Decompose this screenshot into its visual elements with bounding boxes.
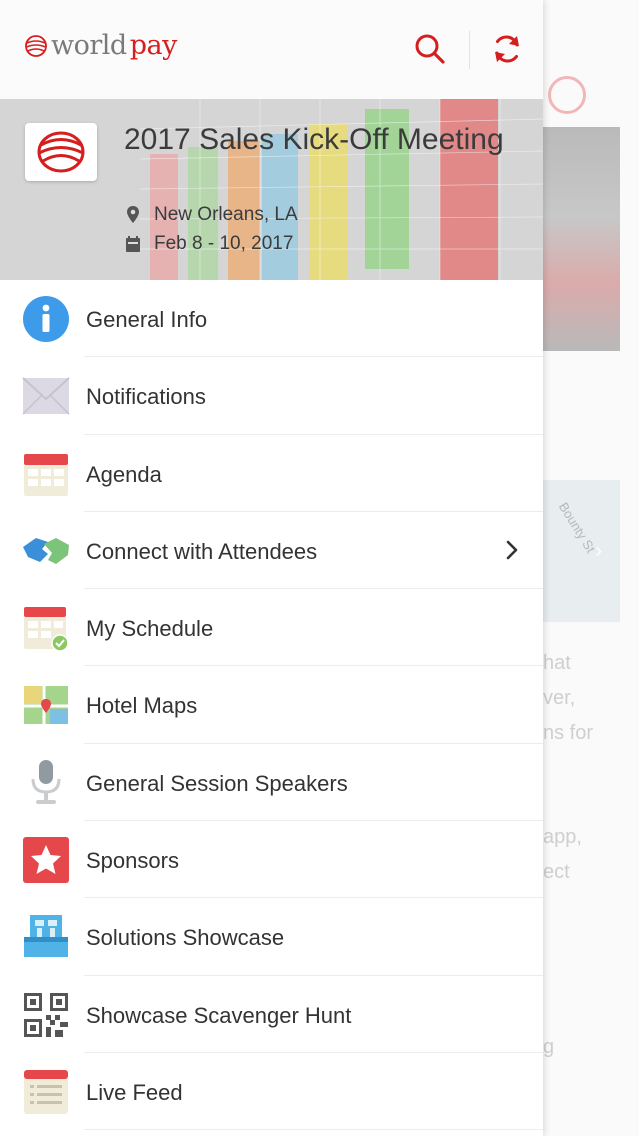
feed-icon xyxy=(24,1069,68,1114)
toolbar-divider xyxy=(469,31,470,69)
menu-item-label: My Schedule xyxy=(86,616,214,642)
event-logo xyxy=(25,123,97,181)
calendar-icon xyxy=(24,453,68,496)
background-text: ns for xyxy=(543,722,594,744)
menu-item-sponsors[interactable]: Sponsors xyxy=(0,821,543,899)
menu-item-showcase-scavenger-hunt[interactable]: Showcase Scavenger Hunt xyxy=(0,976,543,1053)
menu-item-label: Notifications xyxy=(86,384,206,410)
chevron-right-icon: › xyxy=(595,540,602,562)
logo-text-world: world xyxy=(51,30,127,61)
drawer-header-bar: world pay xyxy=(0,0,543,99)
info-icon xyxy=(23,296,69,342)
background-text: ver, xyxy=(543,687,576,709)
navigation-drawer: world pay 2017 Sales Kick-Off Meeting Ne… xyxy=(0,0,543,1136)
microphone-icon xyxy=(31,759,61,804)
menu-item-live-feed[interactable]: Live Feed xyxy=(0,1053,543,1131)
calendar-check-icon xyxy=(24,607,69,652)
search-icon[interactable] xyxy=(412,31,448,67)
menu-item-general-session-speakers[interactable]: General Session Speakers xyxy=(0,744,543,822)
background-text: ect xyxy=(543,861,570,883)
worldpay-logo: world pay xyxy=(24,30,177,61)
menu-item-label: Solutions Showcase xyxy=(86,925,285,951)
map-icon xyxy=(24,686,68,725)
menu-item-label: Showcase Scavenger Hunt xyxy=(86,1002,352,1028)
menu-item-label: Agenda xyxy=(86,461,162,487)
event-location: New Orleans, LA xyxy=(124,204,298,226)
event-banner: 2017 Sales Kick-Off Meeting New Orleans,… xyxy=(0,99,543,280)
star-icon xyxy=(23,837,69,884)
map-street-label: Bounty St xyxy=(555,499,599,556)
menu-item-solutions-showcase[interactable]: Solutions Showcase xyxy=(0,898,543,976)
menu-item-label: Connect with Attendees xyxy=(86,538,318,564)
logo-text-pay: pay xyxy=(129,30,178,61)
menu-item-label: General Session Speakers xyxy=(86,770,348,796)
menu-item-label: Sponsors xyxy=(86,848,179,874)
menu-item-label: General Info xyxy=(86,307,208,332)
refresh-icon[interactable] xyxy=(489,31,525,67)
background-map: Bounty St › xyxy=(543,480,620,622)
background-text: g xyxy=(543,1036,555,1058)
envelope-icon xyxy=(22,377,70,415)
worldpay-globe-icon xyxy=(37,131,85,173)
background-text: app, xyxy=(543,826,582,848)
menu-item-hotel-maps[interactable]: Hotel Maps xyxy=(0,666,543,744)
booth-icon xyxy=(24,915,68,958)
event-title: 2017 Sales Kick-Off Meeting xyxy=(124,123,504,156)
handshake-icon xyxy=(23,537,69,564)
chevron-right-icon xyxy=(506,540,518,560)
background-text: hat xyxy=(543,652,571,674)
calendar-small-icon xyxy=(126,236,140,252)
worldpay-globe-icon xyxy=(25,34,47,57)
menu-item-my-schedule[interactable]: My Schedule xyxy=(0,589,543,667)
menu-item-agenda[interactable]: Agenda xyxy=(0,435,543,512)
menu-item-connect-with-attendees[interactable]: Connect with Attendees xyxy=(0,512,543,590)
menu-item-label: Hotel Maps xyxy=(86,693,198,719)
profile-icon xyxy=(548,76,586,114)
background-photo xyxy=(543,127,620,351)
drawer-menu: General Info Notifications Agenda Connec… xyxy=(0,280,543,1131)
event-location-text: New Orleans, LA xyxy=(154,204,298,225)
event-dates: Feb 8 - 10, 2017 xyxy=(124,233,293,255)
menu-item-label: Live Feed xyxy=(86,1079,183,1105)
qr-code-icon xyxy=(24,992,68,1037)
location-pin-icon xyxy=(127,206,139,223)
event-dates-text: Feb 8 - 10, 2017 xyxy=(154,233,294,254)
menu-item-general-info[interactable]: General Info xyxy=(0,280,543,358)
menu-item-notifications[interactable]: Notifications xyxy=(0,357,543,435)
